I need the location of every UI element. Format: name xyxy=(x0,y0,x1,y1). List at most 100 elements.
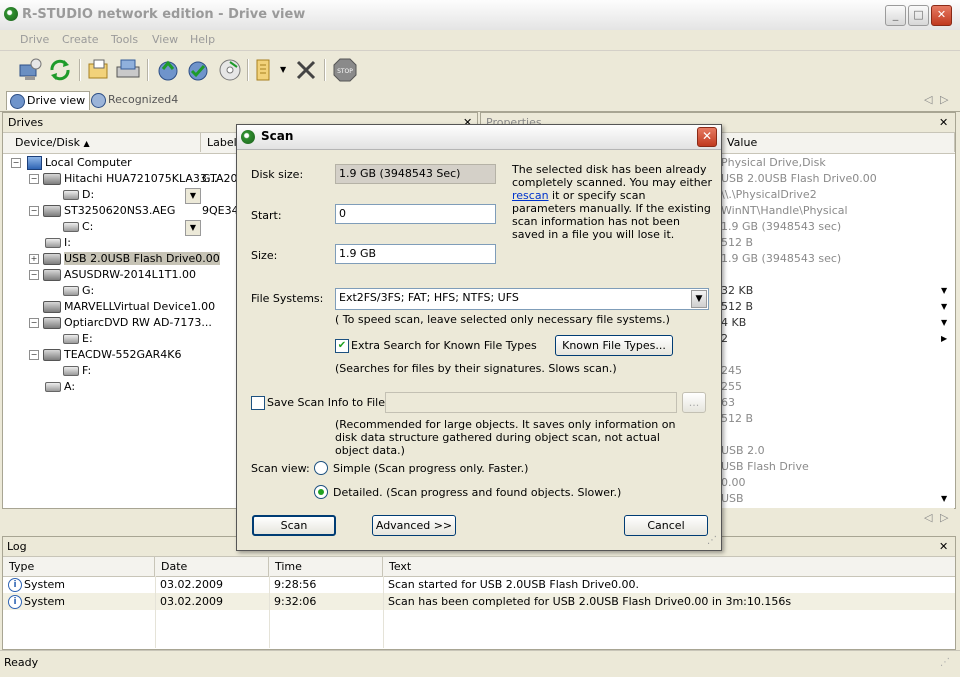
recognized-icon xyxy=(91,93,106,108)
log-time: 9:28:56 xyxy=(274,578,317,591)
detailed-view-label[interactable]: Detailed. (Scan progress and found objec… xyxy=(333,486,621,499)
menu-view[interactable]: View xyxy=(152,33,178,46)
save-scan-info-label[interactable]: Save Scan Info to File: xyxy=(267,396,389,409)
property-value: WinNT\Handle\Physical xyxy=(721,204,848,217)
dropdown-arrow-icon[interactable]: ▼ xyxy=(941,302,947,311)
menu-create[interactable]: Create xyxy=(62,33,99,46)
dialog-resize-grip-icon[interactable]: ⋰ xyxy=(707,535,717,546)
browse-button[interactable]: ... xyxy=(682,392,706,413)
open-images-icon[interactable] xyxy=(86,57,112,83)
expand-arrow-icon[interactable]: ▶ xyxy=(941,334,947,343)
tree-item-label: F: xyxy=(82,364,92,377)
menu-tools[interactable]: Tools xyxy=(111,33,138,46)
disk-icon xyxy=(43,269,61,281)
size-input[interactable]: 1.9 GB xyxy=(335,244,496,264)
property-value: USB Flash Drive xyxy=(721,460,809,473)
properties-panel-close-icon[interactable]: ✕ xyxy=(939,113,948,132)
resize-grip-icon[interactable]: ⋰ xyxy=(940,657,950,668)
simple-view-label[interactable]: Simple (Scan progress only. Faster.) xyxy=(333,462,528,475)
close-button[interactable]: ✕ xyxy=(931,5,952,26)
log-grid-line xyxy=(155,576,156,648)
log-date: 03.02.2009 xyxy=(160,595,223,608)
extra-search-checkbox[interactable]: ✔ xyxy=(335,339,349,353)
region-icon[interactable] xyxy=(252,57,278,83)
dropdown-arrow-icon[interactable]: ▼ xyxy=(941,286,947,295)
toolbar-separator xyxy=(247,59,249,81)
tree-item-disk-label: 9QE34 xyxy=(202,204,239,217)
chevron-down-icon[interactable]: ▼ xyxy=(691,290,707,308)
collapse-icon[interactable]: − xyxy=(29,350,39,360)
region-dropdown-arrow-icon[interactable]: ▼ xyxy=(280,65,286,74)
scan-dialog-title-bar: Scan ✕ xyxy=(237,125,721,150)
expand-icon[interactable]: + xyxy=(29,254,39,264)
value-column-header[interactable]: Value xyxy=(721,133,955,152)
toolbar-separator xyxy=(147,59,149,81)
dropdown-arrow-icon[interactable]: ▼ xyxy=(185,220,201,236)
tab-scroll-right-icon[interactable]: ▷ xyxy=(940,93,948,106)
menu-drive[interactable]: Drive xyxy=(20,33,49,46)
minimize-button[interactable]: _ xyxy=(885,5,906,26)
log-row[interactable]: i System 03.02.2009 9:32:06 Scan has been… xyxy=(3,593,955,610)
toolbar-separator xyxy=(324,59,326,81)
cancel-button-label: Cancel xyxy=(647,519,685,532)
collapse-icon[interactable]: − xyxy=(29,174,39,184)
tab-recognized[interactable]: Recognized4 xyxy=(88,91,182,109)
log-type: System xyxy=(24,578,66,591)
collapse-icon[interactable]: − xyxy=(29,318,39,328)
scan-button[interactable]: Scan xyxy=(252,515,336,536)
log-panel-close-icon[interactable]: ✕ xyxy=(939,537,948,556)
collapse-icon[interactable]: − xyxy=(11,158,21,168)
device-disk-column-header[interactable]: Device/Disk ▲ xyxy=(9,133,201,152)
scan-dialog-close-button[interactable]: ✕ xyxy=(697,127,717,147)
connect-icon[interactable] xyxy=(17,57,43,83)
property-value: 63 xyxy=(721,396,735,409)
scan-info-file-input[interactable] xyxy=(385,392,677,413)
simple-view-radio[interactable] xyxy=(314,461,328,475)
collapse-icon[interactable]: − xyxy=(29,270,39,280)
dropdown-arrow-icon[interactable]: ▼ xyxy=(185,188,201,204)
start-input[interactable]: 0 xyxy=(335,204,496,224)
value-header-label: Value xyxy=(727,136,758,149)
log-time-header[interactable]: Time xyxy=(269,557,383,576)
dropdown-arrow-icon[interactable]: ▼ xyxy=(941,318,947,327)
log-date: 03.02.2009 xyxy=(160,578,223,591)
cancel-button[interactable]: Cancel xyxy=(624,515,708,536)
rescan-link[interactable]: rescan xyxy=(512,189,549,202)
save-scan-info-checkbox[interactable] xyxy=(251,396,265,410)
file-systems-hint: ( To speed scan, leave selected only nec… xyxy=(335,313,670,326)
scan-icon[interactable] xyxy=(115,57,141,83)
tab-scroll-left-icon[interactable]: ◁ xyxy=(924,93,932,106)
remove-icon[interactable] xyxy=(293,57,319,83)
tab-drive-view[interactable]: Drive view xyxy=(6,91,91,110)
create-image-icon[interactable] xyxy=(217,57,243,83)
refresh-icon[interactable] xyxy=(47,57,73,83)
detailed-view-radio[interactable] xyxy=(314,485,328,499)
scroll-right-icon[interactable]: ▷ xyxy=(940,511,948,524)
size-value: 1.9 GB xyxy=(339,247,377,260)
advanced-button-label: Advanced >> xyxy=(375,519,453,532)
stop-icon[interactable]: STOP xyxy=(332,57,358,83)
tree-item-label: D: xyxy=(82,188,95,201)
log-type-header[interactable]: Type xyxy=(3,557,155,576)
log-row[interactable]: i System 03.02.2009 9:28:56 Scan started … xyxy=(3,576,955,593)
tree-item-label: I: xyxy=(64,236,71,249)
recover-icon[interactable] xyxy=(155,57,181,83)
file-systems-select[interactable]: Ext2FS/3FS; FAT; HFS; NTFS; UFS ▼ xyxy=(335,288,709,310)
menu-help[interactable]: Help xyxy=(190,33,215,46)
maximize-button[interactable]: □ xyxy=(908,5,929,26)
disk-size-label: Disk size: xyxy=(251,168,304,181)
advanced-button[interactable]: Advanced >> xyxy=(372,515,456,536)
log-date-header[interactable]: Date xyxy=(155,557,269,576)
already-scanned-note: The selected disk has been already compl… xyxy=(512,163,712,241)
extra-search-label[interactable]: Extra Search for Known File Types xyxy=(351,339,537,352)
recover-marked-icon[interactable] xyxy=(185,57,211,83)
log-text-header[interactable]: Text xyxy=(383,557,955,576)
dropdown-arrow-icon[interactable]: ▼ xyxy=(941,494,947,503)
known-file-types-button[interactable]: Known File Types... xyxy=(555,335,673,356)
scroll-left-icon[interactable]: ◁ xyxy=(924,511,932,524)
tree-item-label: TEACDW-552GAR4K6 xyxy=(64,348,182,361)
log-panel-title: Log xyxy=(7,540,27,553)
info-icon: i xyxy=(8,595,22,609)
collapse-icon[interactable]: − xyxy=(29,206,39,216)
property-value: 2 xyxy=(721,332,728,345)
